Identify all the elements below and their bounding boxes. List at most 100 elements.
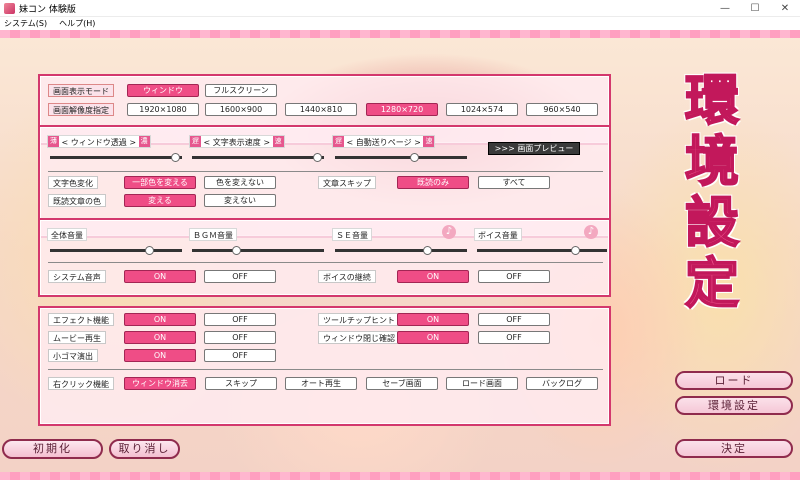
window-confirm-on-button[interactable]: ON [397, 331, 469, 344]
menu-system[interactable]: システム(S) [4, 18, 47, 29]
max-label: 速 [423, 136, 435, 147]
res-1280-button[interactable]: 1280×720 [366, 103, 438, 116]
rclick-hide-window-button[interactable]: ウィンドウ消去 [124, 377, 196, 390]
small-effect-off-button[interactable]: OFF [204, 349, 276, 362]
se-volume-label: ＳＥ音量 [332, 228, 372, 241]
rclick-auto-button[interactable]: オート再生 [285, 377, 357, 390]
color-change-label: 文字色変化 [48, 176, 98, 189]
slider-knob[interactable] [423, 246, 433, 255]
res-1440-button[interactable]: 1440×810 [285, 103, 357, 116]
read-color-keep-button[interactable]: 変えない [204, 194, 276, 207]
read-color-change-button[interactable]: 変える [124, 194, 196, 207]
effects-panel: エフェクト機能 ON OFF ツールチップヒント ON OFF ムービー再生 O… [38, 306, 611, 426]
auto-page-header: 遅 < 自動送りページ > 速 [332, 135, 436, 148]
mode-window-button[interactable]: ウィンドウ [127, 84, 199, 97]
rclick-backlog-button[interactable]: バックログ [526, 377, 598, 390]
load-button[interactable]: ロード [675, 371, 793, 390]
heading-char: 設 [684, 190, 740, 254]
divider [48, 369, 603, 370]
settings-heading: 環 境 設 定 [672, 69, 752, 315]
skip-label: 文章スキップ [318, 176, 376, 189]
window-opacity-slider[interactable] [50, 153, 182, 162]
skip-read-only-button[interactable]: 既読のみ [397, 176, 469, 189]
min-label: 遅 [190, 136, 201, 147]
top-stripe [0, 30, 800, 38]
menu-bar: システム(S) ヘルプ(H) [0, 17, 800, 30]
color-change-none-button[interactable]: 色を変えない [204, 176, 276, 189]
max-label: 濃 [138, 136, 150, 147]
tooltip-on-button[interactable]: ON [397, 313, 469, 326]
effect-off-button[interactable]: OFF [204, 313, 276, 326]
slider-knob[interactable] [410, 153, 420, 162]
title-bar: 妹コン 体験版 — ☐ ✕ [0, 0, 800, 17]
skip-all-button[interactable]: すべて [478, 176, 550, 189]
bgm-volume-label: ＢＧＭ音量 [189, 228, 237, 241]
window-opacity-header: 薄 < ウィンドウ透過 > 濃 [47, 135, 151, 148]
small-effect-on-button[interactable]: ON [124, 349, 196, 362]
slider-knob[interactable] [145, 246, 154, 255]
cancel-button[interactable]: 取り消し [109, 439, 180, 459]
se-volume-slider[interactable] [335, 246, 467, 255]
slider-knob[interactable] [231, 246, 241, 255]
window-title: 妹コン 体験版 [19, 4, 76, 15]
divider [48, 171, 603, 172]
min-label: 薄 [48, 136, 59, 147]
master-volume-slider[interactable] [50, 246, 182, 255]
slider-label: 文字表示速度 [212, 138, 261, 147]
system-voice-on-button[interactable]: ON [124, 270, 196, 283]
heading-char: 境 [684, 129, 740, 193]
voice-volume-label: ボイス音量 [474, 228, 522, 241]
initialize-button[interactable]: 初期化 [2, 439, 103, 459]
mode-fullscreen-button[interactable]: フルスクリーン [205, 84, 277, 97]
slider-knob[interactable] [570, 246, 580, 255]
movie-label: ムービー再生 [48, 331, 106, 344]
res-960-button[interactable]: 960×540 [526, 103, 598, 116]
se-test-icon[interactable]: ♪ [442, 225, 456, 239]
minimize-button[interactable]: — [710, 0, 740, 17]
system-voice-off-button[interactable]: OFF [204, 270, 276, 283]
effect-on-button[interactable]: ON [124, 313, 196, 326]
movie-off-button[interactable]: OFF [204, 331, 276, 344]
app-icon [4, 2, 15, 14]
master-volume-label: 全体音量 [47, 228, 87, 241]
divider [48, 262, 603, 263]
color-change-partial-button[interactable]: 一部色を変える [124, 176, 196, 189]
config-button[interactable]: 環境設定 [675, 396, 793, 415]
voice-volume-slider[interactable] [477, 246, 607, 255]
voice-continue-on-button[interactable]: ON [397, 270, 469, 283]
text-speed-slider[interactable] [192, 153, 324, 162]
res-1600-button[interactable]: 1600×900 [205, 103, 277, 116]
game-canvas: 画面表示モード ウィンドウ フルスクリーン 画面解像度指定 1920×1080 … [0, 30, 800, 480]
text-speed-header: 遅 < 文字表示速度 > 速 [189, 135, 285, 148]
close-button[interactable]: ✕ [770, 0, 800, 17]
slider-label: 自動送りページ [355, 138, 412, 147]
bgm-volume-slider[interactable] [192, 246, 324, 255]
screen-preview-button[interactable]: >>> 画面プレビュー [488, 142, 580, 155]
right-click-label: 右クリック機能 [48, 377, 114, 390]
tooltip-off-button[interactable]: OFF [478, 313, 550, 326]
menu-help[interactable]: ヘルプ(H) [59, 18, 95, 29]
window-confirm-label: ウィンドウ閉じ確認 [318, 331, 400, 344]
rclick-load-button[interactable]: ロード画面 [446, 377, 518, 390]
res-1920-button[interactable]: 1920×1080 [127, 103, 199, 116]
slider-knob[interactable] [313, 153, 323, 162]
rclick-skip-button[interactable]: スキップ [205, 377, 277, 390]
max-label: 速 [272, 136, 284, 147]
voice-test-icon[interactable]: ♪ [584, 225, 598, 239]
slider-label: ウィンドウ透過 [70, 138, 127, 147]
heading-char: 定 [684, 251, 740, 315]
resolution-label: 画面解像度指定 [48, 103, 114, 116]
res-1024-button[interactable]: 1024×574 [446, 103, 518, 116]
auto-page-slider[interactable] [335, 153, 467, 162]
window-confirm-off-button[interactable]: OFF [478, 331, 550, 344]
sound-panel: 全体音量 ＢＧＭ音量 ＳＥ音量 ♪ ボイス音量 ♪ システム音声 ON OFF … [38, 218, 611, 297]
movie-on-button[interactable]: ON [124, 331, 196, 344]
maximize-button[interactable]: ☐ [740, 0, 770, 17]
ok-button[interactable]: 決定 [675, 439, 793, 458]
bottom-stripe [0, 472, 800, 480]
system-voice-label: システム音声 [48, 270, 106, 283]
voice-continue-label: ボイスの継続 [318, 270, 376, 283]
voice-continue-off-button[interactable]: OFF [478, 270, 550, 283]
slider-knob[interactable] [171, 153, 181, 162]
rclick-save-button[interactable]: セーブ画面 [366, 377, 438, 390]
